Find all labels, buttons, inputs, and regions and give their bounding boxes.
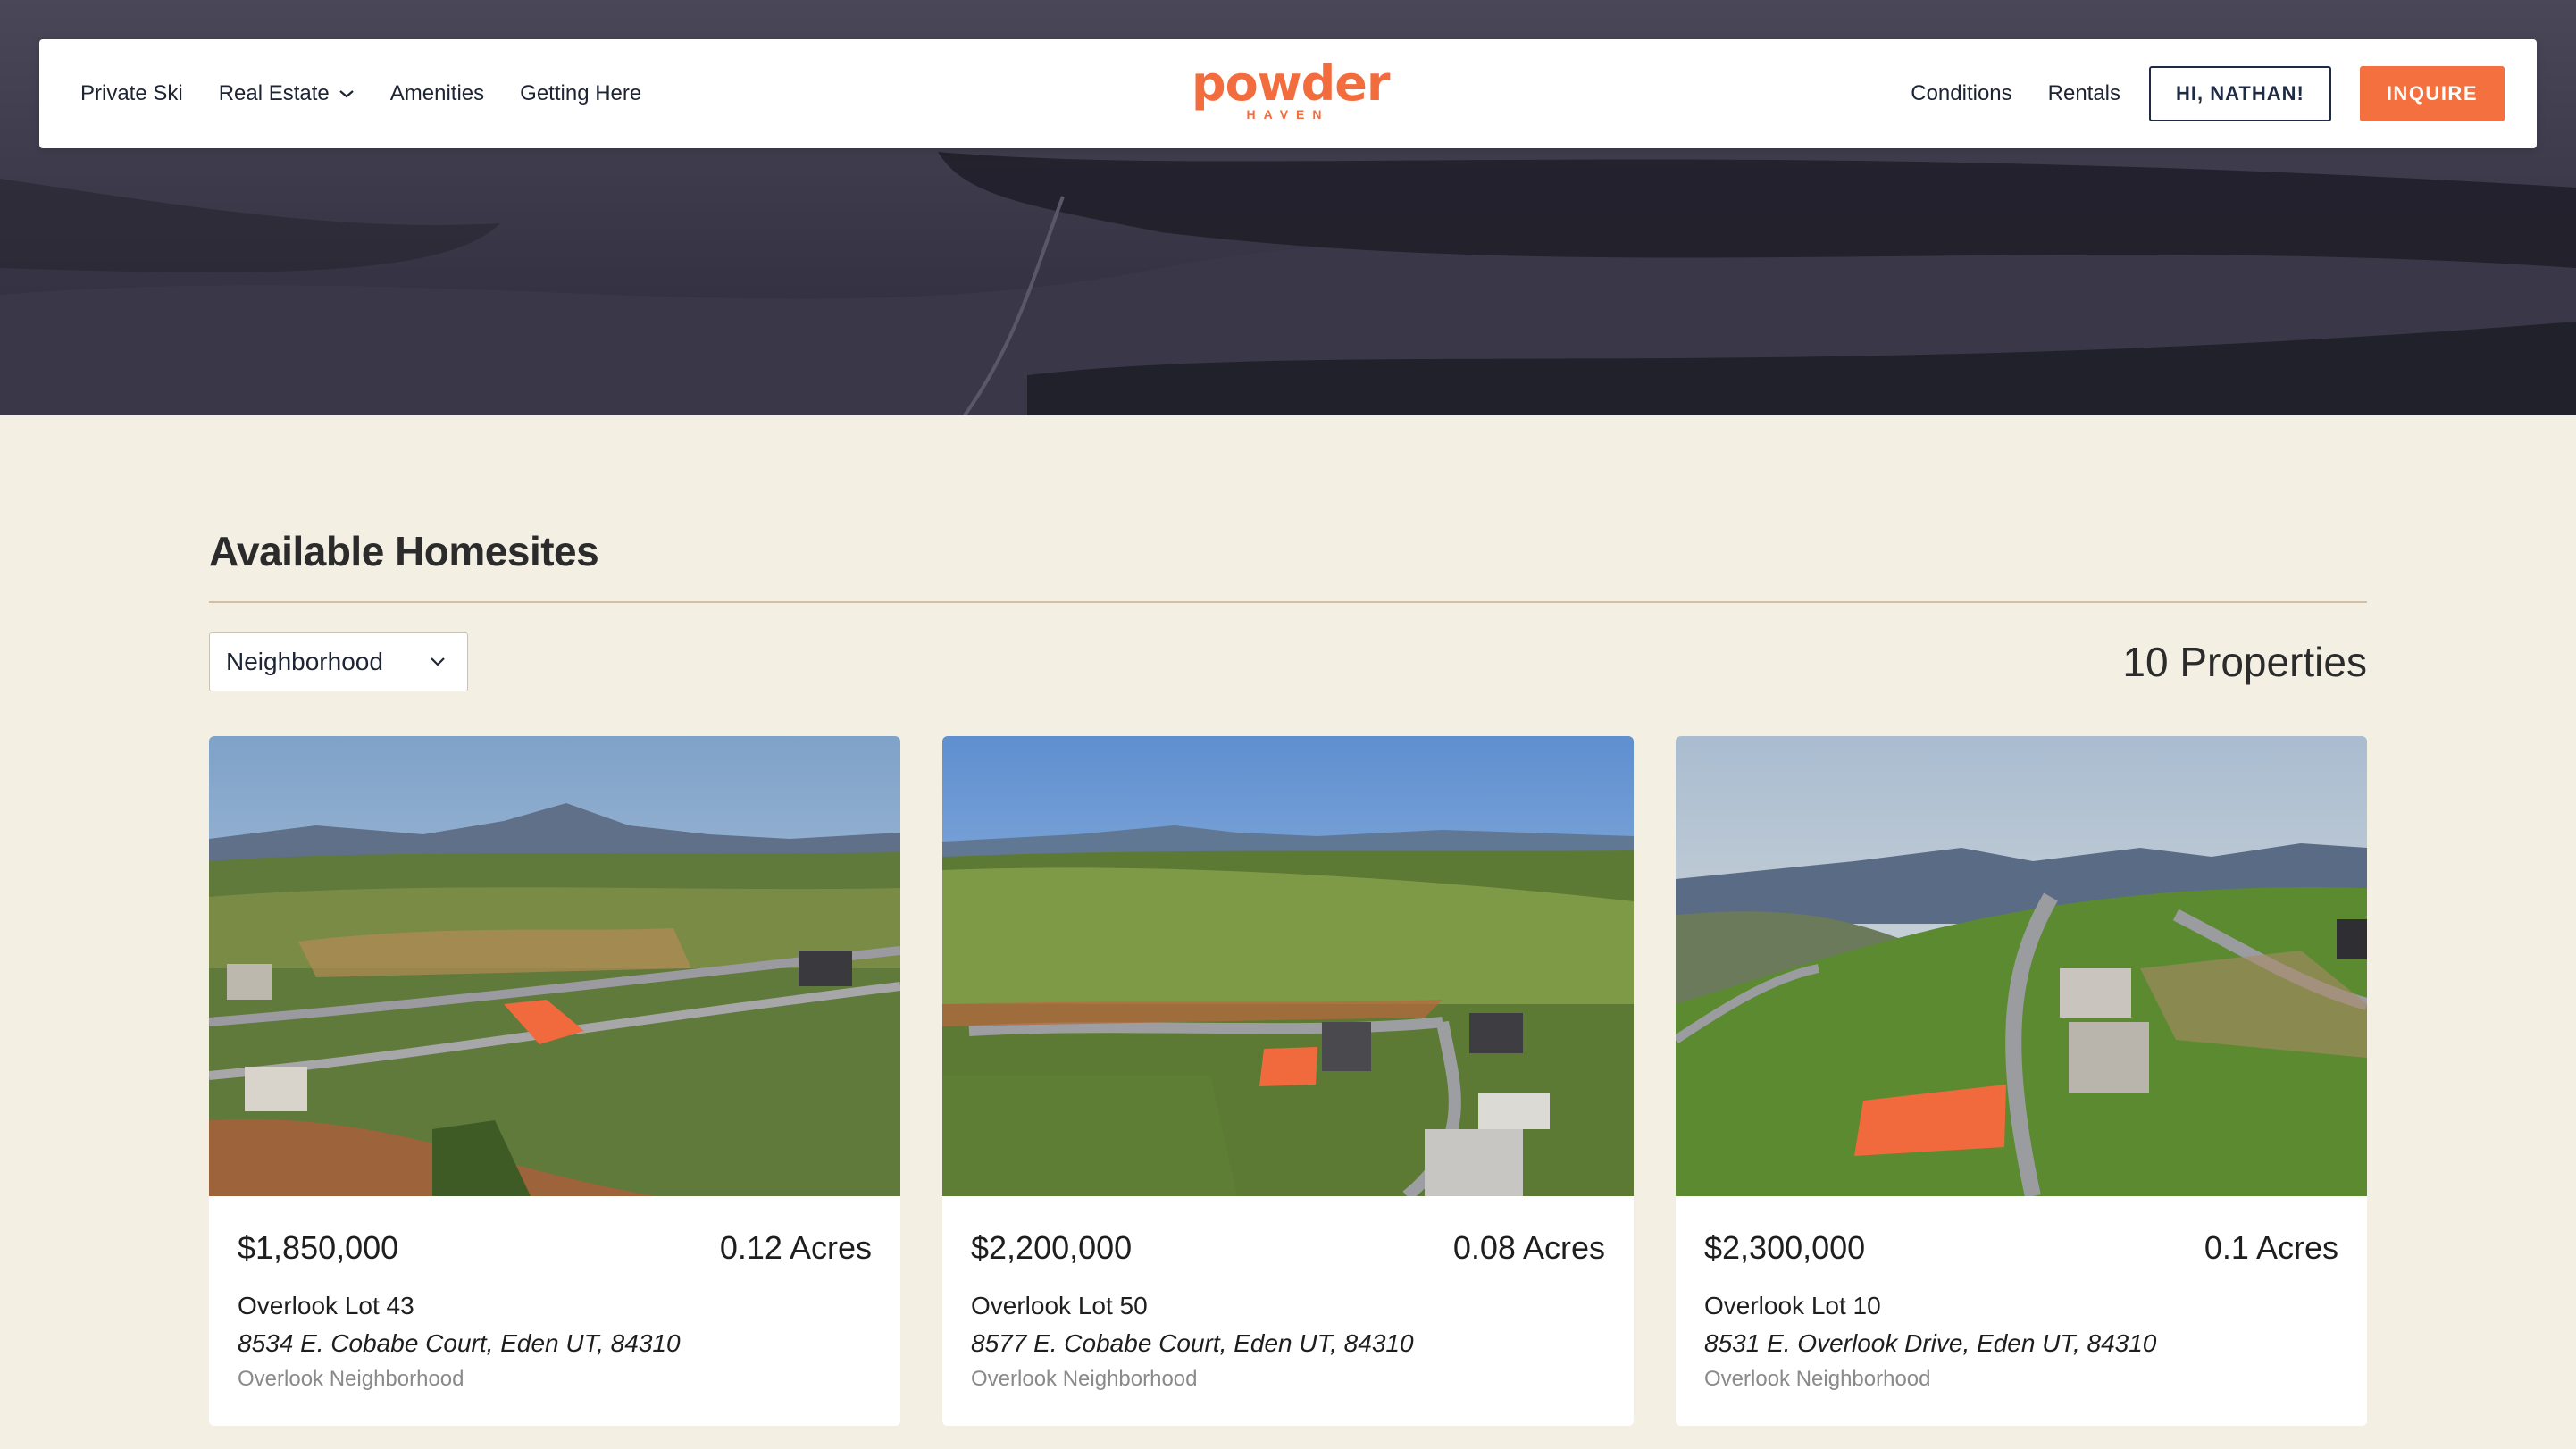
nav-amenities[interactable]: Amenities xyxy=(390,81,484,106)
card-price: $2,300,000 xyxy=(1704,1229,1866,1266)
neighborhood-filter-label: Neighborhood xyxy=(226,648,383,675)
card-neighborhood: Overlook Neighborhood xyxy=(1704,1367,1931,1391)
card-acres: 0.08 Acres xyxy=(1452,1229,1605,1266)
chevron-down-icon xyxy=(431,657,445,666)
card-lot-name: Overlook Lot 10 xyxy=(1704,1292,1881,1319)
card-price: $2,200,000 xyxy=(971,1229,1133,1266)
homesite-aerial-photo xyxy=(1676,736,2367,1196)
section-title: Available Homesites xyxy=(209,528,599,574)
card-address: 8531 E. Overlook Drive, Eden UT, 84310 xyxy=(1704,1329,2157,1357)
nav-real-estate[interactable]: Real Estate xyxy=(219,81,355,106)
card-price: $1,850,000 xyxy=(238,1229,399,1266)
card-acres: 0.1 Acres xyxy=(2204,1229,2338,1266)
property-card[interactable]: $1,850,000 0.12 Acres Overlook Lot 43 85… xyxy=(209,736,900,1426)
card-acres: 0.12 Acres xyxy=(719,1229,872,1266)
card-lot-name: Overlook Lot 43 xyxy=(238,1292,414,1319)
chevron-down-icon xyxy=(339,90,354,98)
nav-getting-here[interactable]: Getting Here xyxy=(520,81,641,106)
user-account-button[interactable]: HI, NATHAN! xyxy=(2149,66,2331,121)
logo[interactable]: powder HAVEN xyxy=(1192,55,1391,130)
property-card[interactable]: $2,200,000 0.08 Acres Overlook Lot 50 85… xyxy=(942,736,1634,1426)
nav-private-ski[interactable]: Private Ski xyxy=(80,81,183,106)
nav-conditions[interactable]: Conditions xyxy=(1911,81,2011,106)
nav-rentals[interactable]: Rentals xyxy=(2048,81,2120,106)
nav-right-group: Conditions Rentals HI, NATHAN! INQUIRE xyxy=(1911,39,2505,148)
homesite-aerial-photo xyxy=(209,736,900,1196)
card-neighborhood: Overlook Neighborhood xyxy=(971,1367,1198,1391)
card-address: 8577 E. Cobabe Court, Eden UT, 84310 xyxy=(971,1329,1414,1357)
logo-wordmark: powder xyxy=(1192,55,1391,112)
section-divider xyxy=(209,601,2367,603)
inquire-button[interactable]: INQUIRE xyxy=(2359,66,2505,121)
card-neighborhood: Overlook Neighborhood xyxy=(238,1367,464,1391)
card-address: 8534 E. Cobabe Court, Eden UT, 84310 xyxy=(238,1329,681,1357)
nav-left-group: Private Ski Real Estate Amenities Gettin… xyxy=(80,39,641,148)
homesite-aerial-photo xyxy=(942,736,1634,1196)
top-navbar: Private Ski Real Estate Amenities Gettin… xyxy=(39,39,2537,148)
card-lot-name: Overlook Lot 50 xyxy=(971,1292,1148,1319)
property-card[interactable]: $2,300,000 0.1 Acres Overlook Lot 10 853… xyxy=(1676,736,2367,1426)
property-count: 10 Properties xyxy=(2122,639,2367,685)
nav-real-estate-label: Real Estate xyxy=(218,81,330,105)
neighborhood-filter-select[interactable]: Neighborhood xyxy=(209,632,468,691)
